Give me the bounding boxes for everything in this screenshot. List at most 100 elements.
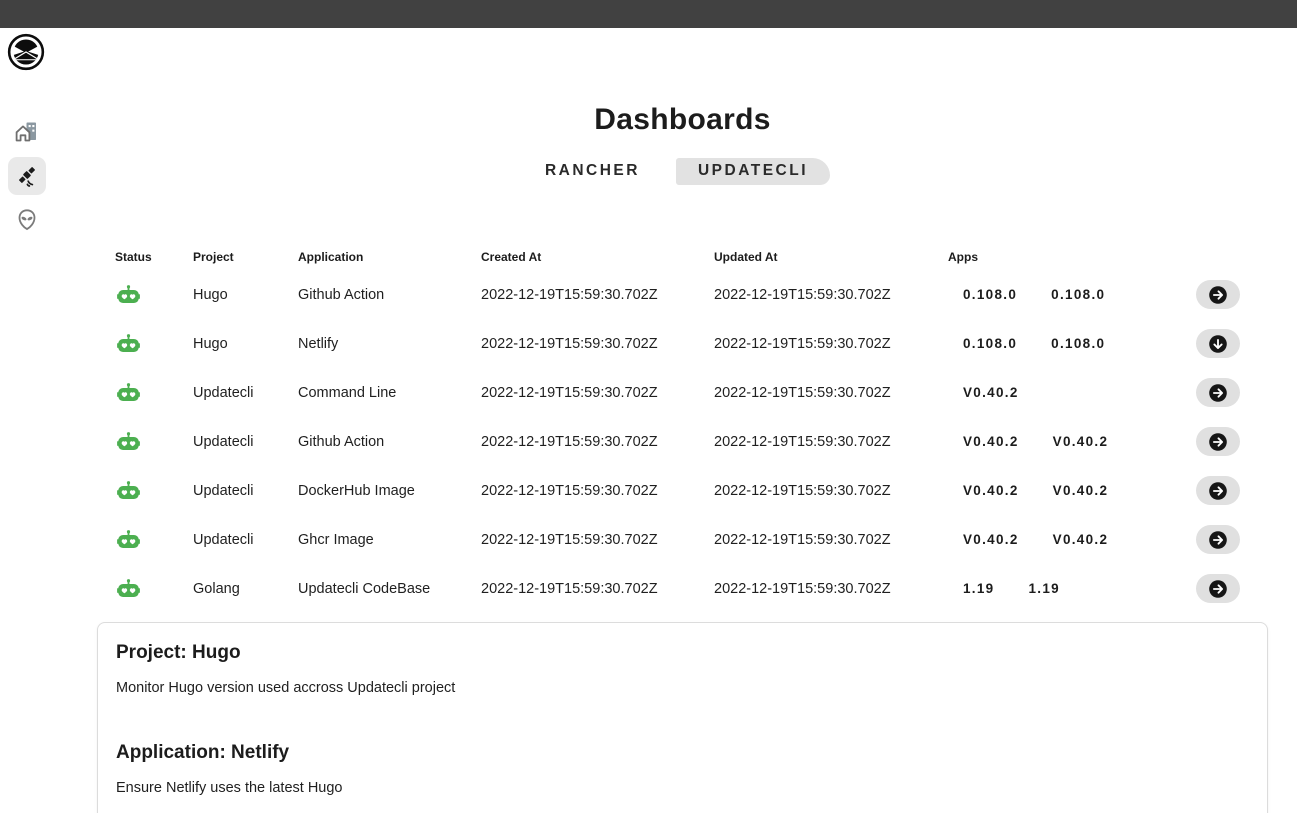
col-header-application: Application (298, 250, 481, 264)
created-at-cell: 2022-12-19T15:59:30.702Z (481, 483, 714, 499)
row-expand-button[interactable] (1196, 427, 1240, 456)
row-expand-button[interactable] (1196, 574, 1240, 603)
sidebar-item-dashboards[interactable] (8, 157, 46, 195)
detail-project-description: Monitor Hugo version used accross Update… (116, 678, 1249, 698)
detail-application-heading: Application: Netlify (116, 740, 1249, 766)
created-at-cell: 2022-12-19T15:59:30.702Z (481, 581, 714, 597)
action-cell (1180, 574, 1240, 603)
updated-at-cell: 2022-12-19T15:59:30.702Z (714, 434, 948, 450)
application-cell: Github Action (298, 434, 481, 450)
app-version: V0.40.2 (963, 434, 1019, 449)
status-cell (115, 579, 193, 598)
application-cell: Updatecli CodeBase (298, 581, 481, 597)
app-version: 0.108.0 (1051, 287, 1105, 302)
status-cell (115, 383, 193, 402)
home-city-icon (15, 121, 39, 143)
table-row: Golang Updatecli CodeBase 2022-12-19T15:… (115, 564, 1240, 613)
status-cell (115, 285, 193, 304)
project-cell: Hugo (193, 287, 298, 303)
pipelines-table: Status Project Application Created At Up… (115, 244, 1240, 613)
arrow-right-circle-icon (1207, 382, 1229, 404)
updated-at-cell: 2022-12-19T15:59:30.702Z (714, 287, 948, 303)
tab-updatecli[interactable]: UPDATECLI (676, 158, 830, 185)
project-cell: Updatecli (193, 483, 298, 499)
status-cell (115, 530, 193, 549)
row-expand-button[interactable] (1196, 525, 1240, 554)
status-success-robot-icon (117, 285, 140, 304)
row-expand-button[interactable] (1196, 476, 1240, 505)
status-success-robot-icon (117, 530, 140, 549)
col-header-apps: Apps (948, 250, 1180, 264)
table-row: Hugo Github Action 2022-12-19T15:59:30.7… (115, 270, 1240, 319)
app-version: V0.40.2 (1053, 532, 1109, 547)
row-expand-button[interactable] (1196, 378, 1240, 407)
project-cell: Updatecli (193, 532, 298, 548)
arrow-right-circle-icon (1207, 480, 1229, 502)
application-cell: Github Action (298, 287, 481, 303)
apps-cell: 0.108.0 0.108.0 (948, 287, 1180, 302)
apps-cell: 0.108.0 0.108.0 (948, 336, 1180, 351)
arrow-right-circle-icon (1207, 284, 1229, 306)
table-row: Hugo Netlify 2022-12-19T15:59:30.702Z 20… (115, 319, 1240, 368)
app-version: 1.19 (1028, 581, 1059, 596)
tabs: RANCHER UPDATECLI (97, 158, 1268, 185)
project-cell: Updatecli (193, 434, 298, 450)
sidebar-item-projects[interactable] (8, 113, 46, 151)
col-header-project: Project (193, 250, 298, 264)
status-success-robot-icon (117, 579, 140, 598)
arrow-right-circle-icon (1207, 578, 1229, 600)
detail-project-heading: Project: Hugo (116, 640, 1249, 666)
app-version: 0.108.0 (1051, 336, 1105, 351)
action-cell (1180, 476, 1240, 505)
status-success-robot-icon (117, 432, 140, 451)
app-version: V0.40.2 (963, 532, 1019, 547)
created-at-cell: 2022-12-19T15:59:30.702Z (481, 532, 714, 548)
app-version: 0.108.0 (963, 287, 1017, 302)
updated-at-cell: 2022-12-19T15:59:30.702Z (714, 336, 948, 352)
col-header-updated-at: Updated At (714, 250, 948, 264)
created-at-cell: 2022-12-19T15:59:30.702Z (481, 336, 714, 352)
updated-at-cell: 2022-12-19T15:59:30.702Z (714, 532, 948, 548)
app-version: 0.108.0 (963, 336, 1017, 351)
status-success-robot-icon (117, 334, 140, 353)
row-expand-button[interactable] (1196, 329, 1240, 358)
page-title: Dashboards (97, 103, 1268, 137)
app-version: 1.19 (963, 581, 994, 596)
updated-at-cell: 2022-12-19T15:59:30.702Z (714, 385, 948, 401)
arrow-right-circle-icon (1207, 529, 1229, 551)
window-top-bar (0, 0, 1297, 28)
table-header: Status Project Application Created At Up… (115, 244, 1240, 270)
pipeline-detail-card: Project: Hugo Monitor Hugo version used … (97, 622, 1268, 813)
action-cell (1180, 427, 1240, 456)
project-cell: Golang (193, 581, 298, 597)
table-row: Updatecli Command Line 2022-12-19T15:59:… (115, 368, 1240, 417)
arrow-right-circle-icon (1207, 431, 1229, 453)
app-version: V0.40.2 (1053, 483, 1109, 498)
table-row: Updatecli DockerHub Image 2022-12-19T15:… (115, 466, 1240, 515)
project-cell: Hugo (193, 336, 298, 352)
project-cell: Updatecli (193, 385, 298, 401)
action-cell (1180, 525, 1240, 554)
status-cell (115, 481, 193, 500)
app-version: V0.40.2 (1053, 434, 1109, 449)
application-cell: Netlify (298, 336, 481, 352)
status-success-robot-icon (117, 383, 140, 402)
status-cell (115, 432, 193, 451)
row-expand-button[interactable] (1196, 280, 1240, 309)
status-cell (115, 334, 193, 353)
sidebar-item-about[interactable] (8, 201, 46, 239)
action-cell (1180, 280, 1240, 309)
created-at-cell: 2022-12-19T15:59:30.702Z (481, 287, 714, 303)
action-cell (1180, 378, 1240, 407)
apps-cell: 1.19 1.19 (948, 581, 1180, 596)
col-header-status: Status (115, 250, 193, 264)
updatecli-logo[interactable] (7, 33, 45, 71)
created-at-cell: 2022-12-19T15:59:30.702Z (481, 385, 714, 401)
apps-cell: V0.40.2 V0.40.2 (948, 434, 1180, 449)
table-row: Updatecli Ghcr Image 2022-12-19T15:59:30… (115, 515, 1240, 564)
tab-rancher[interactable]: RANCHER (535, 159, 650, 184)
action-cell (1180, 329, 1240, 358)
updatecli-logo-icon (7, 33, 45, 71)
arrow-down-circle-icon (1207, 333, 1229, 355)
apps-cell: V0.40.2 (948, 385, 1180, 400)
